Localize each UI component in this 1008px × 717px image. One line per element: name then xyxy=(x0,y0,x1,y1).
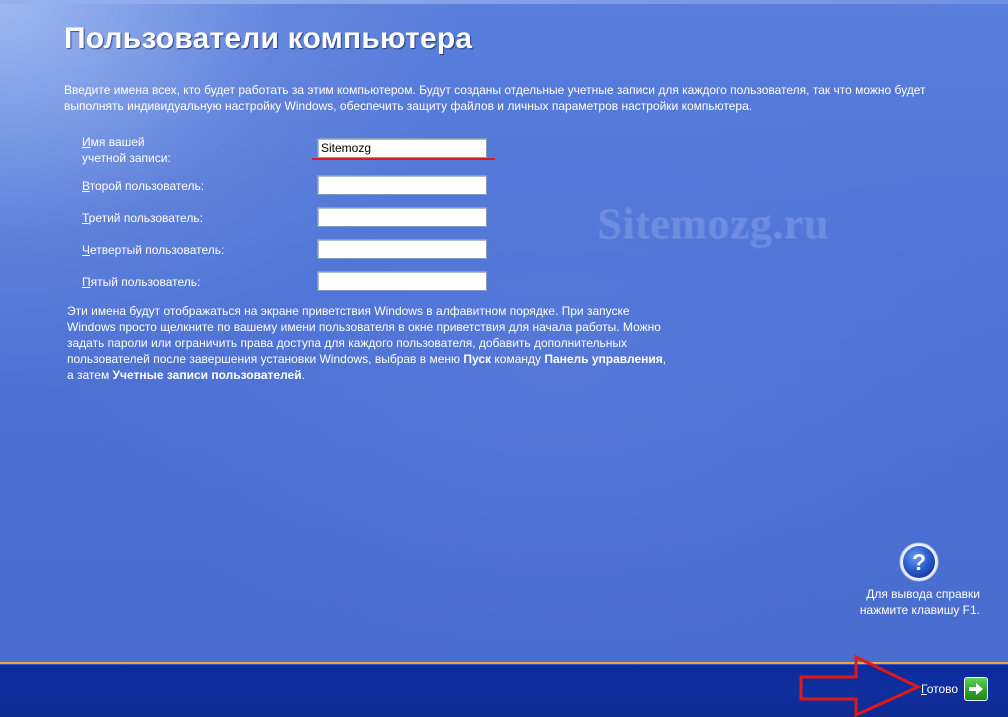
page-title: Пользователи компьютера xyxy=(64,22,473,55)
account-name-label-accel: И xyxy=(82,135,91,149)
second-user-label: Второй пользователь: xyxy=(82,178,204,194)
done-label-text: отово xyxy=(926,682,959,696)
intro-text: Введите имена всех, кто будет работать з… xyxy=(64,83,926,113)
control-panel-term: Панель управления xyxy=(544,352,663,366)
fifth-user-label-accel: П xyxy=(82,275,91,289)
third-user-input[interactable] xyxy=(317,207,487,227)
arrow-right-icon xyxy=(969,683,983,695)
account-name-input[interactable] xyxy=(317,138,487,158)
help-hint: Для вывода справки нажмите клавишу F1. xyxy=(820,586,980,618)
second-user-input[interactable] xyxy=(317,175,487,195)
fifth-user-label: Пятый пользователь: xyxy=(82,274,200,290)
third-user-label-accel: Т xyxy=(82,211,89,225)
help-hint-line2: нажмите клавишу F1. xyxy=(859,603,980,617)
account-name-label-line2: учетной записи: xyxy=(82,151,171,165)
watermark: Sitemozg.ru xyxy=(597,199,829,248)
annotation-arrow-icon xyxy=(799,654,922,717)
third-user-label-text: ретий пользователь: xyxy=(88,211,203,225)
account-name-label-text: мя вашей xyxy=(90,135,145,149)
question-icon[interactable]: ? xyxy=(898,541,940,583)
top-border xyxy=(0,0,1008,4)
help-hint-line1: Для вывода справки xyxy=(866,587,980,601)
fourth-user-label-text: етвертый пользователь: xyxy=(90,243,225,257)
start-menu-term: Пуск xyxy=(463,352,492,366)
setup-screen: Пользователи компьютера Введите имена вс… xyxy=(0,0,1008,662)
user-accounts-term: Учетные записи пользователей xyxy=(112,368,302,382)
fourth-user-input[interactable] xyxy=(317,239,487,259)
help-text: Эти имена будут отображаться на экране п… xyxy=(67,304,667,382)
second-user-label-text: торой пользователь: xyxy=(89,179,205,193)
done-button[interactable] xyxy=(964,677,988,701)
annotation-underline xyxy=(312,158,495,160)
svg-text:?: ? xyxy=(912,549,926,575)
done-label[interactable]: Готово xyxy=(921,682,958,696)
fourth-user-label-accel: Ч xyxy=(82,243,90,257)
fifth-user-input[interactable] xyxy=(317,271,487,291)
account-name-label: Имя вашей учетной записи: xyxy=(82,134,171,166)
third-user-label: Третий пользователь: xyxy=(82,210,203,226)
fourth-user-label: Четвертый пользователь: xyxy=(82,242,224,258)
second-user-label-accel: В xyxy=(82,179,90,193)
fifth-user-label-text: ятый пользователь: xyxy=(90,275,201,289)
